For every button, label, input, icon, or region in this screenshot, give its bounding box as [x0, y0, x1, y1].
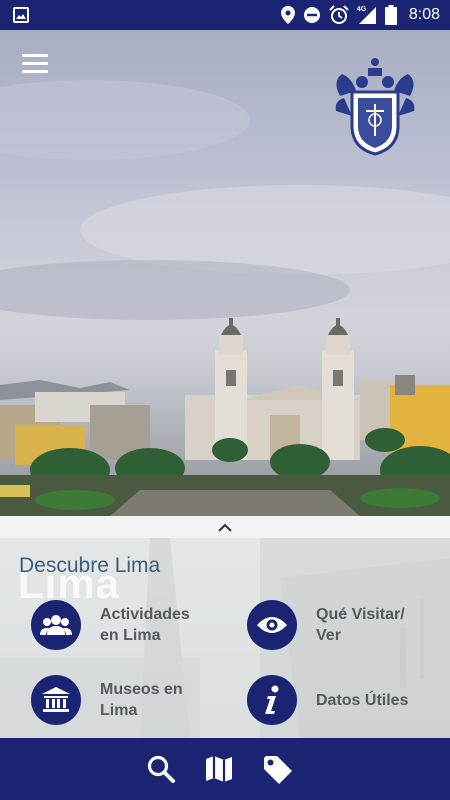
battery-icon	[384, 5, 397, 25]
museums-label-line1: Museos en	[100, 681, 183, 698]
location-icon	[280, 6, 295, 24]
signal-icon: 4G	[357, 5, 377, 25]
museum-icon	[42, 687, 70, 712]
eye-icon	[257, 617, 287, 633]
activities-label: Actividades en Lima	[100, 604, 220, 646]
collapse-toggle[interactable]	[0, 516, 450, 538]
search-icon	[147, 755, 175, 783]
map-button[interactable]	[204, 754, 236, 786]
useful-info-button[interactable]: Datos Útiles	[247, 675, 436, 725]
hero-image	[0, 30, 450, 516]
info-icon-circle	[247, 675, 297, 725]
bottom-navigation	[0, 738, 450, 800]
museums-button[interactable]: Museos en Lima	[31, 675, 220, 725]
tag-icon	[264, 756, 292, 784]
chevron-up-icon	[218, 523, 232, 532]
map-icon	[206, 756, 232, 782]
discover-panel: Lima Descubre Lima Actividades en Lima Q…	[0, 538, 450, 738]
visit-icon-circle	[247, 600, 297, 650]
clock-time: 8:08	[408, 6, 440, 23]
menu-icon-bar	[22, 62, 48, 65]
visit-label-line2: Ver	[316, 627, 341, 644]
menu-icon-bar	[22, 70, 48, 73]
museums-label-line2: Lima	[100, 702, 138, 719]
do-not-disturb-icon	[303, 7, 320, 23]
visit-label: Qué Visitar/ Ver	[316, 604, 436, 646]
activities-icon-circle	[31, 600, 81, 650]
image-icon	[13, 7, 29, 23]
activities-label-line1: Actividades	[100, 606, 190, 623]
search-button[interactable]	[146, 754, 178, 786]
alarm-icon	[329, 5, 349, 24]
status-bar: 4G 8:08	[0, 0, 450, 30]
visit-label-line1: Qué Visitar/	[316, 606, 405, 623]
useful-info-label-line1: Datos Útiles	[316, 691, 409, 709]
menu-button[interactable]	[22, 54, 48, 76]
activities-button[interactable]: Actividades en Lima	[31, 600, 220, 650]
menu-icon-bar	[22, 54, 48, 57]
museums-icon-circle	[31, 675, 81, 725]
group-icon	[40, 615, 72, 635]
useful-info-label: Datos Útiles	[316, 690, 436, 711]
activities-label-line2: en Lima	[100, 627, 161, 644]
museums-label: Museos en Lima	[100, 679, 220, 721]
coat-of-arms-logo	[335, 58, 415, 156]
offers-button[interactable]	[262, 754, 294, 786]
info-icon	[265, 685, 279, 714]
what-to-visit-button[interactable]: Qué Visitar/ Ver	[247, 600, 436, 650]
panel-title: Descubre Lima	[19, 554, 161, 577]
